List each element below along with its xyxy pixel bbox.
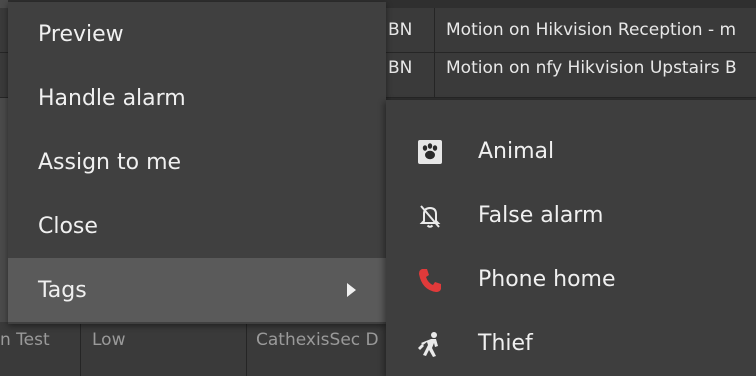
tag-item-phone-home[interactable]: Phone home — [386, 248, 756, 312]
paw-icon — [416, 138, 444, 166]
table-cell: n Test — [0, 330, 50, 350]
context-menu: Preview Handle alarm Assign to me Close … — [8, 2, 386, 324]
tag-item-false-alarm[interactable]: False alarm — [386, 184, 756, 248]
table-cell: Motion on nfy Hikvision Upstairs B — [446, 58, 737, 78]
menu-item-tags[interactable]: Tags — [8, 258, 386, 322]
thief-icon — [416, 330, 444, 358]
tag-item-animal[interactable]: Animal — [386, 120, 756, 184]
chevron-right-icon — [347, 283, 356, 297]
tag-item-thief[interactable]: Thief — [386, 312, 756, 376]
menu-item-handle-alarm[interactable]: Handle alarm — [8, 66, 386, 130]
menu-item-label: Close — [38, 213, 98, 239]
tag-label: Animal — [478, 139, 555, 164]
menu-item-label: Tags — [38, 277, 87, 303]
bell-off-icon — [416, 202, 444, 230]
tag-label: False alarm — [478, 203, 604, 228]
table-cell: CathexisSec D — [256, 330, 379, 350]
phone-icon — [416, 266, 444, 294]
table-cell: BN — [388, 58, 413, 78]
column-divider — [246, 322, 247, 376]
tags-submenu: Animal False alarm Phone home Thief — [386, 100, 756, 376]
tag-label: Phone home — [478, 267, 616, 292]
menu-item-preview[interactable]: Preview — [8, 2, 386, 66]
table-cell: Low — [92, 330, 126, 350]
column-divider — [434, 8, 435, 52]
menu-item-label: Preview — [38, 21, 124, 47]
column-divider — [80, 322, 81, 376]
menu-item-assign-to-me[interactable]: Assign to me — [8, 130, 386, 194]
menu-item-label: Handle alarm — [38, 85, 186, 111]
menu-item-close[interactable]: Close — [8, 194, 386, 258]
column-divider — [434, 53, 435, 97]
menu-item-label: Assign to me — [38, 149, 182, 175]
tag-label: Thief — [478, 331, 533, 356]
